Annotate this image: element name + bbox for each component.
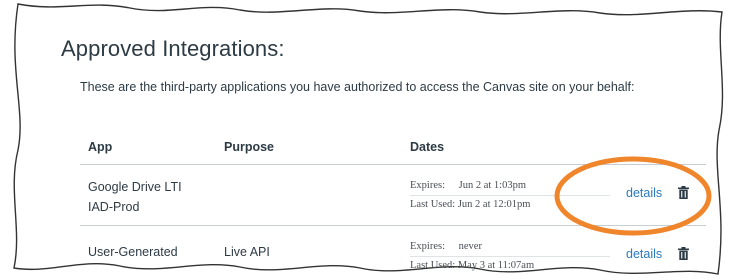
- column-header-app: App: [80, 130, 216, 165]
- app-name-secondary: IAD-Prod: [88, 200, 140, 214]
- expires-label: Expires:: [410, 180, 445, 191]
- expires-value: never: [458, 241, 482, 252]
- app-cell: User-Generated: [80, 225, 216, 280]
- table-row: User-Generated Live API Expires: never L…: [80, 225, 706, 280]
- dates-cell: Expires: never Last Used: May 3 at 11:07…: [402, 225, 618, 280]
- last-used-value: Jun 2 at 12:01pm: [457, 199, 531, 210]
- column-header-actions: [618, 130, 706, 165]
- section-title: Approved Integrations:: [61, 36, 285, 61]
- expires-value: Jun 2 at 1:03pm: [458, 180, 526, 191]
- column-header-dates: Dates: [402, 130, 618, 165]
- integrations-table: App Purpose Dates Google Drive LTI IAD-P…: [80, 130, 706, 280]
- actions-cell: details: [618, 164, 706, 226]
- app-name: User-Generated: [88, 245, 178, 259]
- dates-cell: Expires: Jun 2 at 1:03pm Last Used: Jun …: [402, 164, 618, 226]
- trash-icon[interactable]: [677, 246, 689, 266]
- column-header-purpose: Purpose: [216, 130, 402, 165]
- dates-box: Expires: Jun 2 at 1:03pm Last Used: Jun …: [410, 177, 610, 214]
- trash-icon[interactable]: [677, 185, 689, 205]
- app-name: Google Drive LTI: [88, 180, 182, 194]
- expires-label: Expires:: [410, 241, 445, 252]
- expires-line: Expires: never: [410, 238, 610, 257]
- screenshot-stage: Approved Integrations: These are the thi…: [0, 0, 731, 280]
- details-link[interactable]: details: [626, 186, 662, 200]
- expires-line: Expires: Jun 2 at 1:03pm: [410, 177, 610, 196]
- approved-integrations-section: Approved Integrations: These are the thi…: [58, 36, 708, 111]
- table-row: Google Drive LTI IAD-Prod Expires: Jun 2…: [80, 164, 706, 226]
- last-used-label: Last Used:: [410, 199, 456, 210]
- details-link[interactable]: details: [626, 247, 662, 261]
- section-description: These are the third-party applications y…: [80, 80, 635, 94]
- last-used-line: Last Used: May 3 at 11:07am: [410, 257, 610, 275]
- last-used-label: Last Used:: [410, 260, 456, 271]
- last-used-value: May 3 at 11:07am: [457, 260, 535, 271]
- app-cell: Google Drive LTI IAD-Prod: [80, 164, 216, 226]
- last-used-line: Last Used: Jun 2 at 12:01pm: [410, 196, 610, 214]
- purpose-cell: [216, 164, 402, 226]
- actions-cell: details: [618, 225, 706, 280]
- table-header-row: App Purpose Dates: [80, 130, 706, 165]
- purpose-cell: Live API: [216, 225, 402, 280]
- dates-box: Expires: never Last Used: May 3 at 11:07…: [410, 238, 610, 275]
